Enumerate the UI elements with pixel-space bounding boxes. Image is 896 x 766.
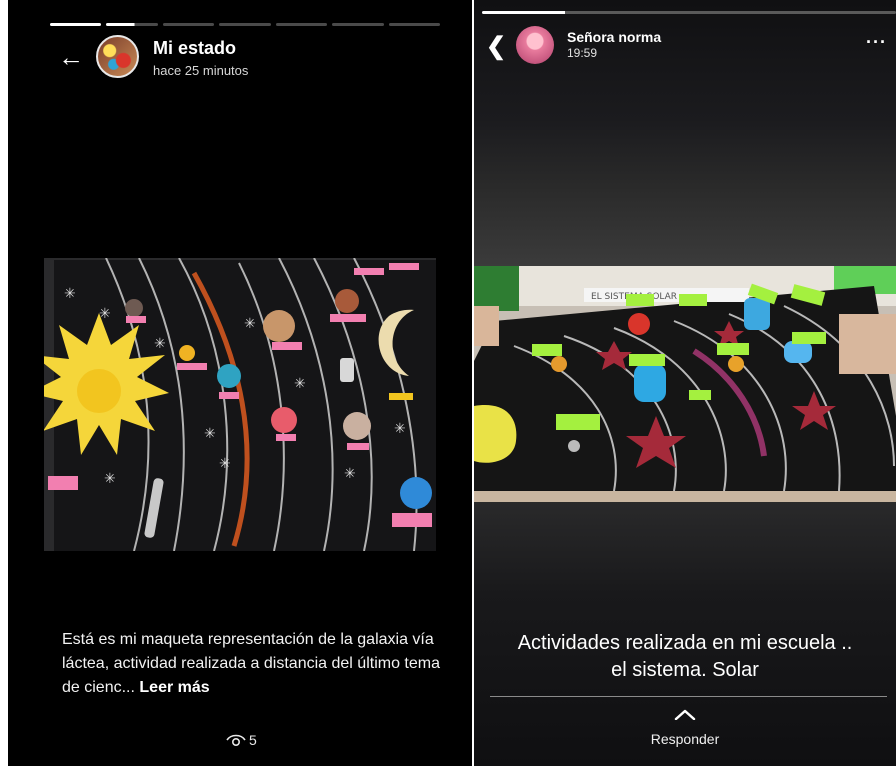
story-timestamp: 19:59 <box>567 46 598 60</box>
progress-segment <box>162 23 215 26</box>
caption-line: Actividades realizada en mi escuela .. <box>517 632 853 654</box>
left-status-story: ← Mi estado hace 25 minutos ✳ ✳ ✳ ✳ ✳ ✳ ✳ ✳ ✳ <box>8 0 472 766</box>
divider <box>490 696 887 697</box>
solar-system-model-image: ✳✳✳ ✳✳✳ ✳✳✳ ✳✳ <box>44 258 436 551</box>
back-arrow-icon[interactable]: ← <box>58 44 84 70</box>
reply-button[interactable]: Responder <box>474 731 896 747</box>
progress-segment <box>275 23 328 26</box>
caption-text: Está es mi maqueta representación de la … <box>62 631 440 696</box>
story-caption: Actividades realizada en mi escuela .. e… <box>474 630 896 684</box>
story-title: Mi estado <box>153 38 237 58</box>
story-timestamp: hace 25 minutos <box>153 63 249 78</box>
svg-text:✳: ✳ <box>64 286 76 302</box>
svg-text:✳: ✳ <box>244 316 256 332</box>
svg-text:✳: ✳ <box>219 456 231 472</box>
chevron-up-icon[interactable] <box>674 708 696 720</box>
story-progress-bar <box>482 11 896 14</box>
story-photo-solar-system-model: EL SISTEMA SOLAR <box>474 266 896 502</box>
eye-icon <box>226 734 246 747</box>
progress-segment <box>388 23 440 26</box>
progress-segment <box>332 23 384 26</box>
avatar[interactable] <box>96 35 139 78</box>
user-name: Señora norma <box>567 29 662 45</box>
progress-segment <box>219 23 271 26</box>
right-status-story: ❮ Señora norma 19:59 ··· EL SISTEMA SOLA… <box>474 0 896 766</box>
svg-text:✳: ✳ <box>394 421 406 437</box>
read-more-link[interactable]: Leer más <box>139 679 209 696</box>
svg-text:✳: ✳ <box>344 466 356 482</box>
svg-text:✳: ✳ <box>154 336 166 352</box>
story-photo-solar-system-model: ✳✳✳ ✳✳✳ ✳✳✳ ✳✳ <box>44 258 436 551</box>
story-caption: Está es mi maqueta representación de la … <box>62 628 442 700</box>
views-counter[interactable]: 5 <box>226 732 257 748</box>
progress-segment <box>482 11 896 14</box>
avatar[interactable] <box>516 26 554 64</box>
solar-system-model-image: EL SISTEMA SOLAR <box>474 266 896 502</box>
caption-line: el sistema. Solar <box>611 659 759 681</box>
svg-text:✳: ✳ <box>294 376 306 392</box>
chevron-left-icon[interactable]: ❮ <box>486 34 506 60</box>
svg-text:✳: ✳ <box>204 426 216 442</box>
more-horizontal-icon[interactable]: ··· <box>866 32 887 53</box>
progress-segment <box>106 23 158 26</box>
story-progress-bar <box>50 23 440 26</box>
svg-text:✳: ✳ <box>104 471 116 487</box>
views-count: 5 <box>249 732 257 748</box>
progress-segment <box>50 23 102 26</box>
